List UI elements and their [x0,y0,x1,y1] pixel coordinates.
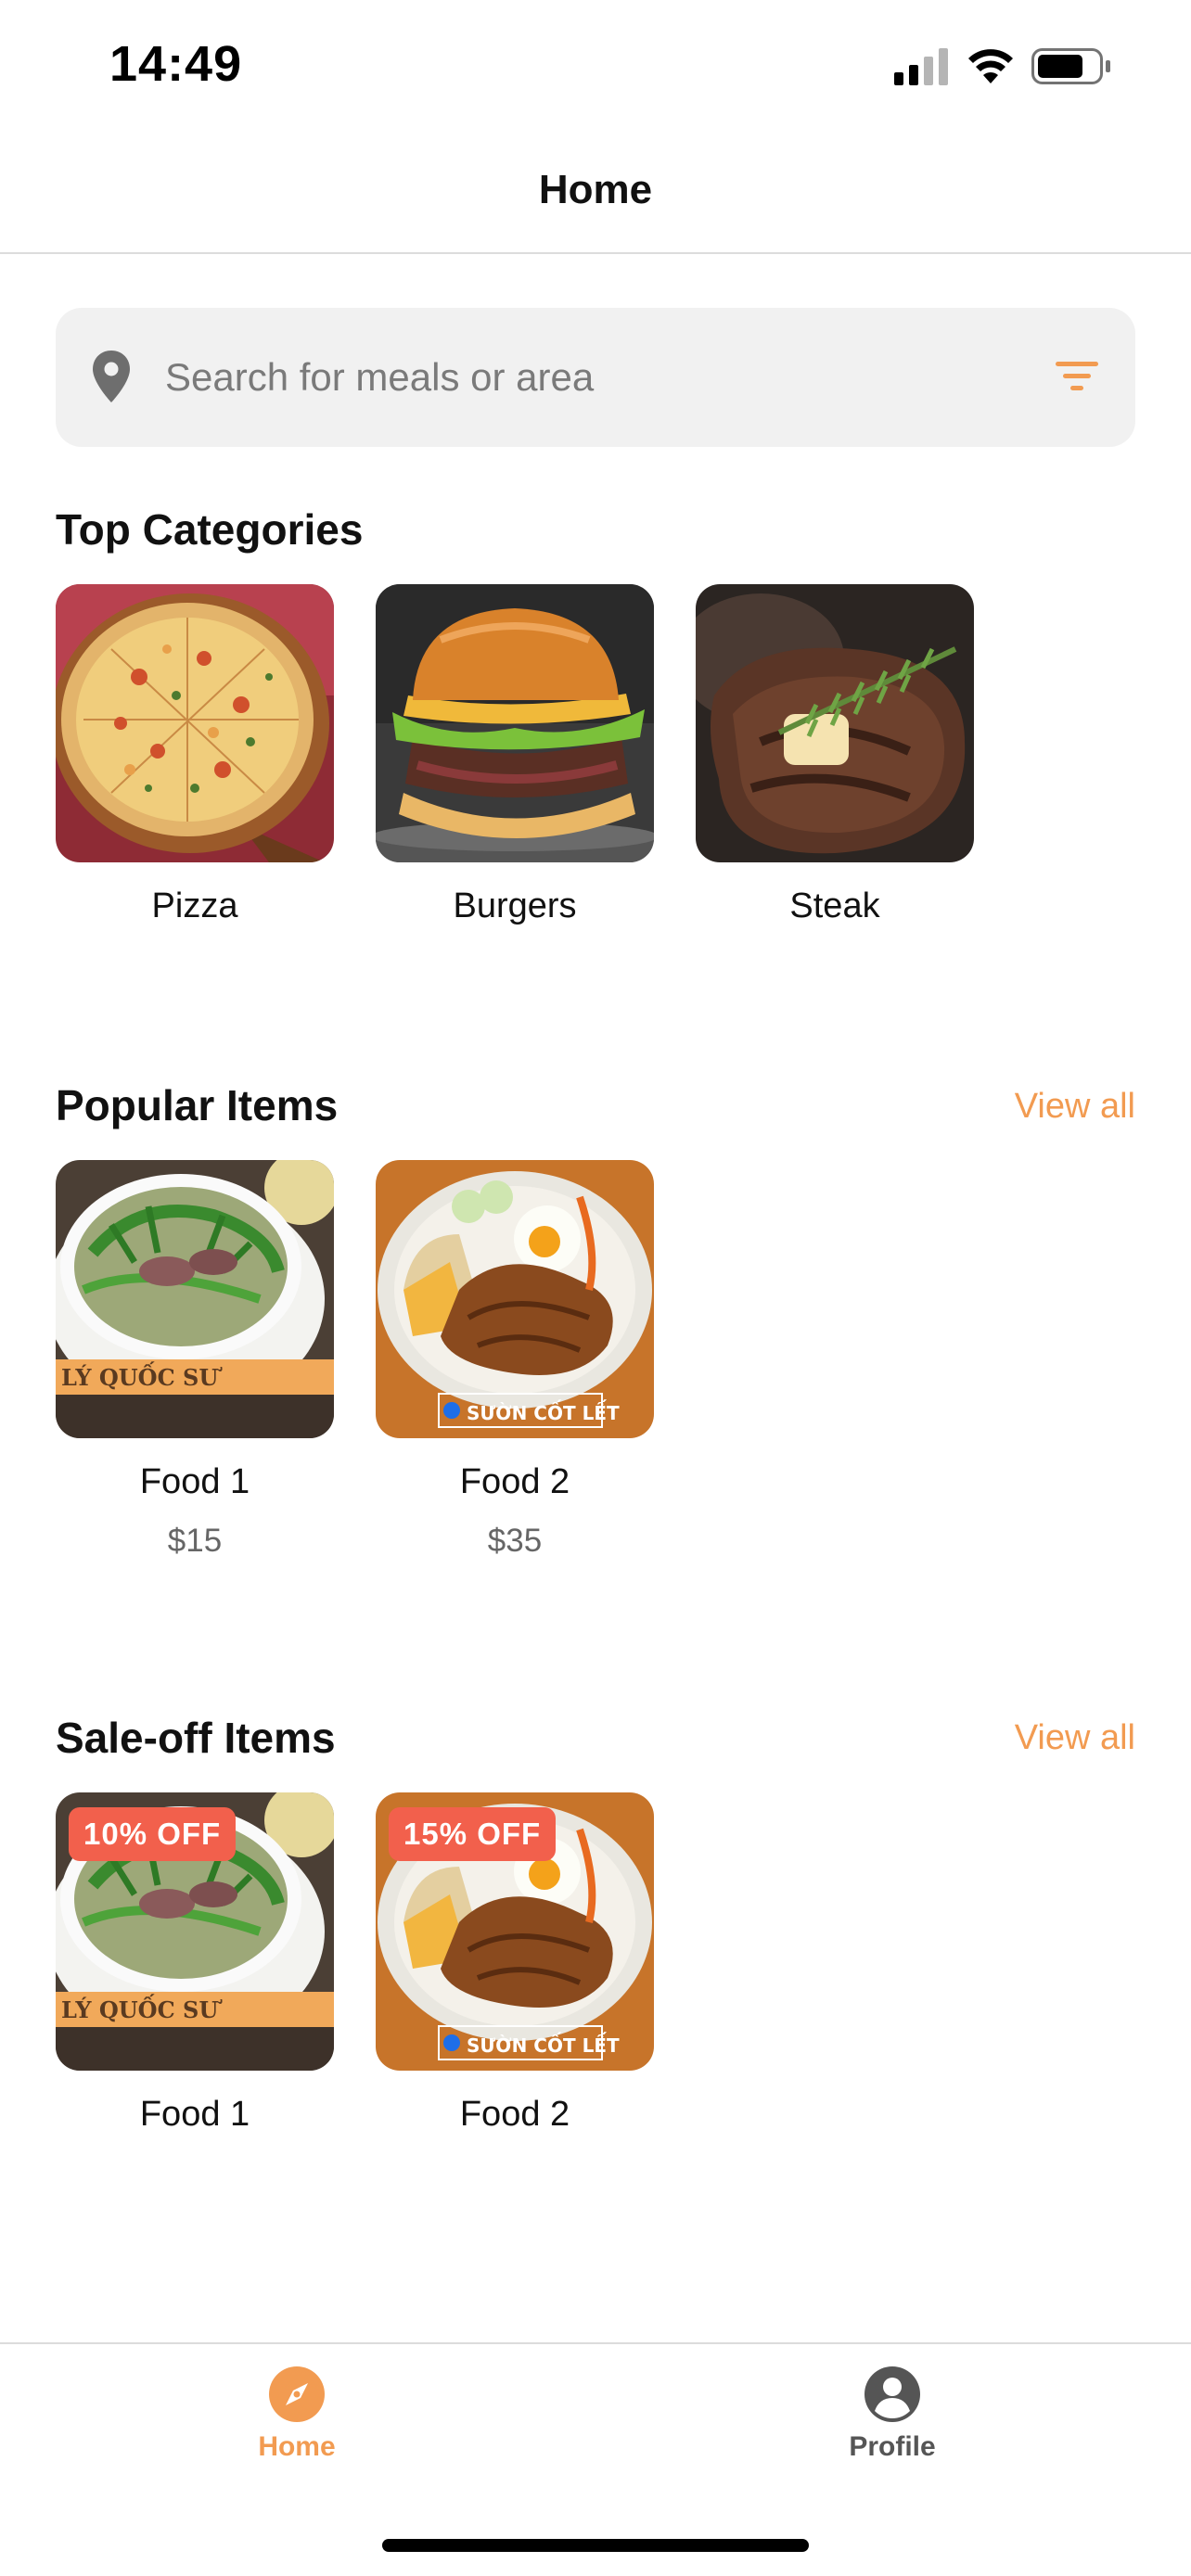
pizza-photo [56,584,334,862]
steak-photo [696,584,974,862]
search-input[interactable] [165,343,1000,412]
cellular-signal-icon [894,48,948,85]
tab-label: Home [258,2431,336,2462]
category-card-steak[interactable]: Steak [696,584,974,926]
compass-icon [269,2366,325,2422]
discount-badge: 15% OFF [389,1807,557,1861]
home-screen: 14:49 Home Search for meals or area Top … [0,0,1191,2576]
popular-item-card[interactable]: SƯỜN CỐT LẾT Food 2 $35 [376,1160,654,1560]
item-name: Food 2 [459,1462,570,1501]
status-bar: 14:49 [0,0,1191,130]
item-name: Food 2 [459,2095,570,2134]
item-name: Food 1 [139,2095,250,2134]
top-categories-title: Top Categories [56,505,364,554]
sale-items-title: Sale-off Items [56,1714,336,1762]
category-label: Pizza [151,886,238,925]
item-price: $35 [487,1523,543,1559]
pho-photo: LÝ QUỐC SƯ [56,1160,334,1438]
filter-icon[interactable] [1054,356,1100,397]
wifi-icon [968,49,1013,83]
burger-photo [376,584,654,862]
popular-items-title: Popular Items [56,1081,339,1129]
category-card-pizza[interactable]: Pizza [56,584,334,926]
location-pin-icon [91,349,132,404]
sale-view-all-link[interactable]: View all [1015,1718,1135,1758]
category-label: Steak [789,886,880,925]
sale-item-card[interactable]: SƯỜN CỐT LẾT 15% OFF Food 2 [376,1792,654,2135]
pork-chop-rice-photo: SƯỜN CỐT LẾT [376,1160,654,1438]
svg-text:LÝ QUỐC SƯ: LÝ QUỐC SƯ [61,1361,223,1391]
category-label: Burgers [453,886,577,925]
pho-photo: LÝ QUỐC SƯ 10% OFF [56,1792,334,2071]
svg-text:LÝ QUỐC SƯ: LÝ QUỐC SƯ [61,1994,223,2023]
svg-text:SƯỜN CỐT LẾT: SƯỜN CỐT LẾT [467,1400,620,1424]
tab-home[interactable]: Home [195,2365,399,2463]
popular-item-card[interactable]: LÝ QUỐC SƯ Food 1 $15 [56,1160,334,1560]
user-circle-icon [864,2366,920,2422]
search-bar[interactable] [56,308,1135,447]
tab-profile[interactable]: Profile [790,2365,994,2463]
sale-item-card[interactable]: LÝ QUỐC SƯ 10% OFF Food 1 [56,1792,334,2135]
svg-text:SƯỜN CỐT LẾT: SƯỜN CỐT LẾT [467,2033,620,2057]
item-price: $15 [167,1523,223,1559]
pork-chop-rice-photo: SƯỜN CỐT LẾT 15% OFF [376,1792,654,2071]
discount-badge: 10% OFF [69,1807,237,1861]
nav-header: Home [0,130,1191,254]
popular-view-all-link[interactable]: View all [1015,1087,1135,1127]
page-title: Home [538,167,653,212]
battery-icon [1031,48,1110,84]
home-indicator [382,2539,809,2552]
tab-label: Profile [849,2431,936,2462]
category-card-burgers[interactable]: Burgers [376,584,654,926]
status-icons [894,45,1117,87]
item-name: Food 1 [139,1462,250,1501]
status-time: 14:49 [109,36,243,92]
